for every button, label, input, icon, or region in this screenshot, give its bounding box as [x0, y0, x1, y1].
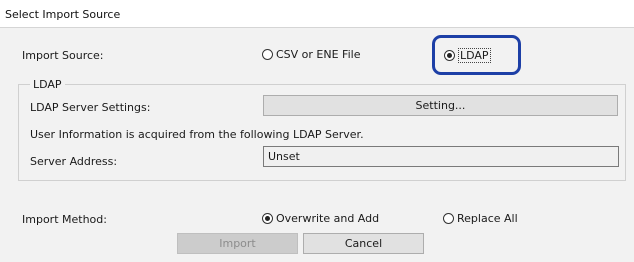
setting-button[interactable]: Setting... — [263, 95, 618, 116]
radio-replace-all[interactable]: Replace All — [443, 212, 518, 225]
window-title: Select Import Source — [5, 8, 121, 21]
server-address-label: Server Address: — [30, 155, 118, 168]
title-bar: Select Import Source — [0, 0, 634, 28]
radio-selected-icon — [262, 213, 273, 224]
highlight-annotation — [432, 35, 521, 75]
radio-circle-icon — [443, 213, 454, 224]
server-address-field: Unset — [263, 146, 619, 167]
radio-csv-or-ene-file[interactable]: CSV or ENE File — [262, 48, 360, 61]
ldap-groupbox-title: LDAP — [30, 78, 65, 91]
radio-csv-label: CSV or ENE File — [276, 48, 361, 61]
radio-overwrite-label: Overwrite and Add — [276, 212, 380, 225]
ldap-server-settings-label: LDAP Server Settings: — [30, 101, 151, 114]
radio-circle-icon — [262, 49, 273, 60]
ldap-info-text: User Information is acquired from the fo… — [30, 128, 364, 141]
radio-overwrite-and-add[interactable]: Overwrite and Add — [262, 212, 379, 225]
select-import-source-dialog: Select Import Source Import Source: CSV … — [0, 0, 634, 262]
import-method-label: Import Method: — [22, 213, 107, 226]
radio-replace-label: Replace All — [457, 212, 518, 225]
import-button[interactable]: Import — [177, 233, 298, 254]
import-source-label: Import Source: — [22, 49, 104, 62]
cancel-button[interactable]: Cancel — [303, 233, 424, 254]
